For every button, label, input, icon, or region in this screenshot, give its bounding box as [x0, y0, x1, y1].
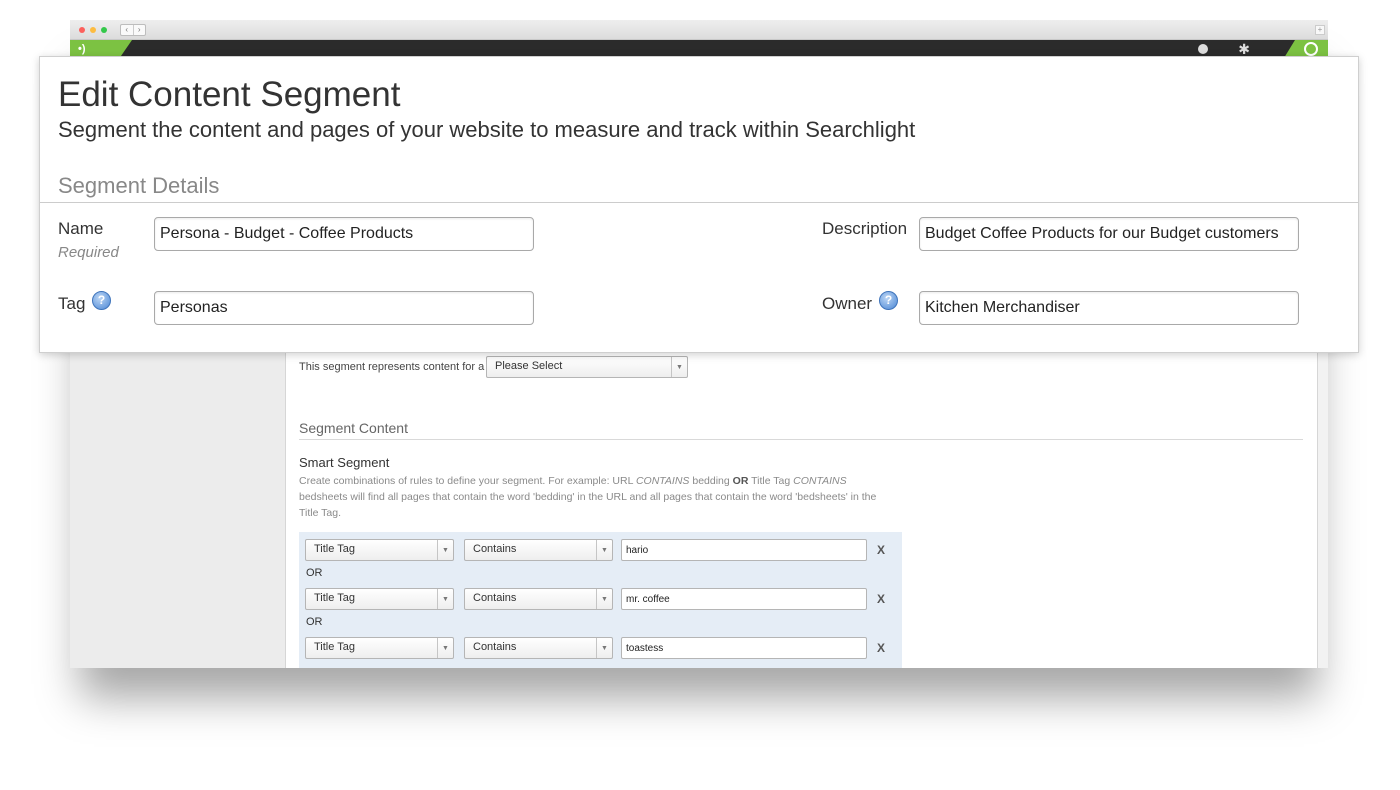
- chevron-down-icon: ▼: [437, 638, 453, 658]
- new-tab-button[interactable]: +: [1315, 25, 1325, 35]
- rule-operator-select[interactable]: Contains ▼: [464, 539, 613, 561]
- rule-field-value: Title Tag: [314, 592, 355, 604]
- name-input[interactable]: Persona - Budget - Coffee Products: [154, 217, 534, 251]
- rule-field-select[interactable]: Title Tag ▼: [305, 539, 454, 561]
- desc-part: bedding: [689, 475, 733, 487]
- chevron-down-icon: ▼: [596, 589, 612, 609]
- desc-part: bedsheets will find all pages that conta…: [299, 491, 877, 503]
- edit-segment-card: Edit Content Segment Segment the content…: [39, 56, 1359, 353]
- desc-part: Title Tag.: [299, 507, 342, 519]
- gear-icon[interactable]: ✱: [1238, 42, 1250, 56]
- rule-operator-select[interactable]: Contains ▼: [464, 588, 613, 610]
- name-label: Name: [58, 219, 104, 238]
- page-subtitle: Segment the content and pages of your we…: [58, 117, 916, 142]
- rule-field-select[interactable]: Title Tag ▼: [305, 588, 454, 610]
- chevron-down-icon: ▼: [596, 638, 612, 658]
- desc-part: Title Tag: [748, 475, 794, 487]
- smart-segment-title: Smart Segment: [299, 455, 390, 470]
- remove-rule-button[interactable]: X: [877, 592, 885, 606]
- owner-label: Owner: [822, 294, 873, 313]
- chevron-down-icon: ▼: [671, 357, 687, 377]
- rule-operator-value: Contains: [473, 641, 517, 653]
- description-input[interactable]: Budget Coffee Products for our Budget cu…: [919, 217, 1299, 251]
- section-divider: [40, 202, 1358, 203]
- zoom-window-button[interactable]: [101, 27, 107, 33]
- tag-input[interactable]: Personas: [154, 291, 534, 325]
- rule-field-value: Title Tag: [314, 641, 355, 653]
- section-divider: [299, 439, 1303, 440]
- owner-help-icon[interactable]: ?: [879, 291, 898, 310]
- rule-field-select[interactable]: Title Tag ▼: [305, 637, 454, 659]
- close-window-button[interactable]: [79, 27, 85, 33]
- back-button[interactable]: ‹: [121, 25, 133, 35]
- tag-help-icon[interactable]: ?: [92, 291, 111, 310]
- rule-field-value: Title Tag: [314, 543, 355, 555]
- help-ring-icon[interactable]: [1304, 42, 1318, 56]
- minimize-window-button[interactable]: [90, 27, 96, 33]
- remove-rule-button[interactable]: X: [877, 543, 885, 557]
- desc-contains: CONTAINS: [793, 475, 847, 487]
- rule-value-input[interactable]: mr. coffee: [621, 588, 867, 610]
- tag-label: Tag: [58, 294, 86, 313]
- browser-nav: ‹ ›: [120, 24, 146, 36]
- rule-value-input[interactable]: hario: [621, 539, 867, 561]
- browser-titlebar: ‹ › +: [70, 20, 1328, 40]
- or-label: OR: [306, 567, 323, 579]
- represents-select[interactable]: Please Select ▼: [486, 356, 688, 378]
- desc-or: OR: [732, 475, 749, 487]
- segment-details-title: Segment Details: [58, 173, 220, 198]
- logo-mark: •): [78, 43, 86, 55]
- chevron-down-icon: ▼: [437, 589, 453, 609]
- chevron-down-icon: ▼: [596, 540, 612, 560]
- chevron-down-icon: ▼: [437, 540, 453, 560]
- segment-content-title: Segment Content: [299, 420, 408, 436]
- represents-select-value: Please Select: [495, 360, 563, 372]
- user-icon[interactable]: [1198, 44, 1208, 54]
- page-title: Edit Content Segment: [58, 75, 401, 114]
- clip-edge: [0, 668, 1400, 670]
- rule-operator-value: Contains: [473, 543, 517, 555]
- rule-operator-select[interactable]: Contains ▼: [464, 637, 613, 659]
- desc-contains: CONTAINS: [635, 475, 690, 487]
- description-label: Description: [822, 219, 908, 238]
- name-required-note: Required: [58, 244, 119, 261]
- owner-input[interactable]: Kitchen Merchandiser: [919, 291, 1299, 325]
- rule-value-input[interactable]: toastess: [621, 637, 867, 659]
- rule-operator-value: Contains: [473, 592, 517, 604]
- smart-segment-description: Create combinations of rules to define y…: [299, 473, 899, 521]
- represents-label: This segment represents content for a: [299, 361, 485, 373]
- or-label: OR: [306, 616, 323, 628]
- remove-rule-button[interactable]: X: [877, 641, 885, 655]
- desc-part: Create combinations of rules to define y…: [299, 475, 636, 487]
- forward-button[interactable]: ›: [132, 25, 146, 35]
